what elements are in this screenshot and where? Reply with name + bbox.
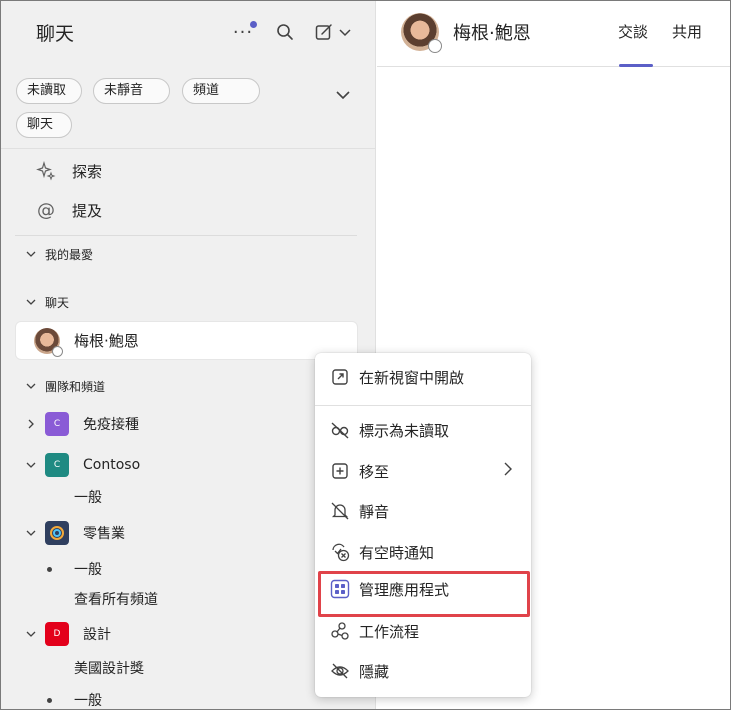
team-name: 免疫接種 xyxy=(83,417,139,433)
mentions-label: 提及 xyxy=(72,201,103,220)
conversation-title: 梅根·鮑恩 xyxy=(453,23,531,44)
app-window: 聊天 ··· 未讀取 未靜音 頻道 聊天 探索 @ 提及 我的最愛 聊天 梅根·… xyxy=(0,0,731,710)
unread-icon xyxy=(329,419,351,441)
menu-item-workflows[interactable]: 工作流程 xyxy=(315,614,531,648)
open-window-icon xyxy=(329,366,351,388)
chats-section[interactable]: 聊天 xyxy=(23,292,69,312)
menu-divider xyxy=(315,405,531,406)
team-item[interactable]: C Contoso xyxy=(23,452,140,478)
workflow-icon xyxy=(329,620,351,642)
unread-dot xyxy=(47,567,52,572)
chevron-right-icon xyxy=(23,416,39,432)
avatar xyxy=(34,327,63,357)
team-item[interactable]: 零售業 xyxy=(23,520,125,546)
chevron-down-icon xyxy=(23,378,39,394)
channel-item[interactable]: 一般 xyxy=(74,689,102,709)
explore-item[interactable]: 探索 xyxy=(34,159,102,183)
divider xyxy=(15,235,357,236)
menu-item-label: 標示為未讀取 xyxy=(359,421,450,440)
favorites-section[interactable]: 我的最愛 xyxy=(23,244,93,264)
chevron-down-icon xyxy=(336,91,350,100)
avatar[interactable] xyxy=(401,13,442,53)
team-avatar: D xyxy=(45,622,69,646)
team-avatar: C xyxy=(45,412,69,436)
menu-item-mark-unread[interactable]: 標示為未讀取 xyxy=(315,413,531,447)
teams-label: 團隊和頻道 xyxy=(45,379,106,394)
filter-unmuted[interactable]: 未靜音 xyxy=(93,78,170,104)
menu-item-hide[interactable]: 隱藏 xyxy=(315,654,531,688)
team-name: Contoso xyxy=(83,457,141,473)
team-item[interactable]: C 免疫接種 xyxy=(23,411,139,437)
chevron-down-icon xyxy=(23,294,39,310)
retail-logo-icon xyxy=(50,526,64,540)
expand-filters-button[interactable] xyxy=(331,83,355,107)
team-avatar: C xyxy=(45,453,69,477)
filter-channels[interactable]: 頻道 xyxy=(182,78,260,104)
menu-item-notify-when-available[interactable]: 有空時通知 xyxy=(315,535,531,569)
chat-list-header: 聊天 ··· xyxy=(1,1,376,63)
channel-item[interactable]: 美國設計獎 xyxy=(74,657,144,679)
chats-label: 聊天 xyxy=(45,295,70,310)
tab-shared[interactable]: 共用 xyxy=(672,21,702,42)
menu-item-label: 隱藏 xyxy=(359,662,390,681)
chevron-down-icon xyxy=(339,29,351,37)
status-icon xyxy=(52,345,63,357)
menu-item-manage-apps[interactable]: 管理應用程式 xyxy=(315,572,531,606)
menu-item-label: 工作流程 xyxy=(359,622,420,641)
filter-bar: 未讀取 未靜音 頻道 聊天 xyxy=(1,65,376,149)
menu-item-move-to[interactable]: 移至 xyxy=(315,454,531,488)
menu-item-label: 管理應用程式 xyxy=(359,580,450,599)
search-icon xyxy=(277,24,293,40)
tab-conversation[interactable]: 交談 xyxy=(618,21,648,42)
explore-label: 探索 xyxy=(72,162,103,181)
page-title: 聊天 xyxy=(36,23,75,45)
compose-icon xyxy=(315,24,332,40)
team-avatar xyxy=(45,521,69,545)
menu-item-label: 靜音 xyxy=(359,502,390,521)
notification-dot xyxy=(250,21,257,28)
menu-item-label: 在新視窗中開啟 xyxy=(359,368,465,387)
teams-section[interactable]: 團隊和頻道 xyxy=(23,376,105,396)
mentions-item[interactable]: @ 提及 xyxy=(34,198,102,222)
menu-item-label: 有空時通知 xyxy=(359,543,435,562)
notify-icon xyxy=(329,541,351,563)
chat-name: 梅根·鮑恩 xyxy=(74,332,139,350)
channel-item[interactable]: 一般 xyxy=(74,558,102,580)
chevron-down-icon xyxy=(23,525,39,541)
status-icon xyxy=(428,39,442,53)
search-button[interactable] xyxy=(271,18,299,46)
chat-item[interactable]: 梅根·鮑恩 xyxy=(15,321,358,360)
team-item[interactable]: D 設計 xyxy=(23,621,111,647)
apps-icon xyxy=(329,578,351,600)
sparkle-icon xyxy=(34,159,58,183)
chevron-down-icon xyxy=(23,457,39,473)
favorites-label: 我的最愛 xyxy=(45,247,94,262)
team-name: 零售業 xyxy=(83,526,125,542)
more-options-button[interactable]: ··· xyxy=(229,19,257,45)
new-chat-button[interactable] xyxy=(310,18,356,46)
team-name: 設計 xyxy=(83,627,111,643)
menu-item-mute[interactable]: 靜音 xyxy=(315,494,531,528)
at-icon: @ xyxy=(37,199,55,221)
filter-unread[interactable]: 未讀取 xyxy=(16,78,82,104)
hide-icon xyxy=(329,660,351,682)
context-menu: 在新視窗中開啟 標示為未讀取 移至 靜音 有空時通知 管理應用程式 工作流程 隱… xyxy=(315,353,531,697)
menu-item-open-new-window[interactable]: 在新視窗中開啟 xyxy=(315,360,531,394)
menu-item-label: 移至 xyxy=(359,462,390,481)
mute-icon xyxy=(329,500,351,522)
filter-chats[interactable]: 聊天 xyxy=(16,112,72,138)
unread-dot xyxy=(47,698,52,703)
chevron-right-icon xyxy=(503,462,513,480)
move-icon xyxy=(329,460,351,482)
active-tab-indicator xyxy=(619,64,653,67)
chevron-down-icon xyxy=(23,246,39,262)
conversation-header: 梅根·鮑恩 交談 共用 xyxy=(377,1,730,67)
channel-item[interactable]: 一般 xyxy=(74,486,102,508)
see-all-channels-link[interactable]: 查看所有頻道 xyxy=(74,588,158,610)
chevron-down-icon xyxy=(23,626,39,642)
